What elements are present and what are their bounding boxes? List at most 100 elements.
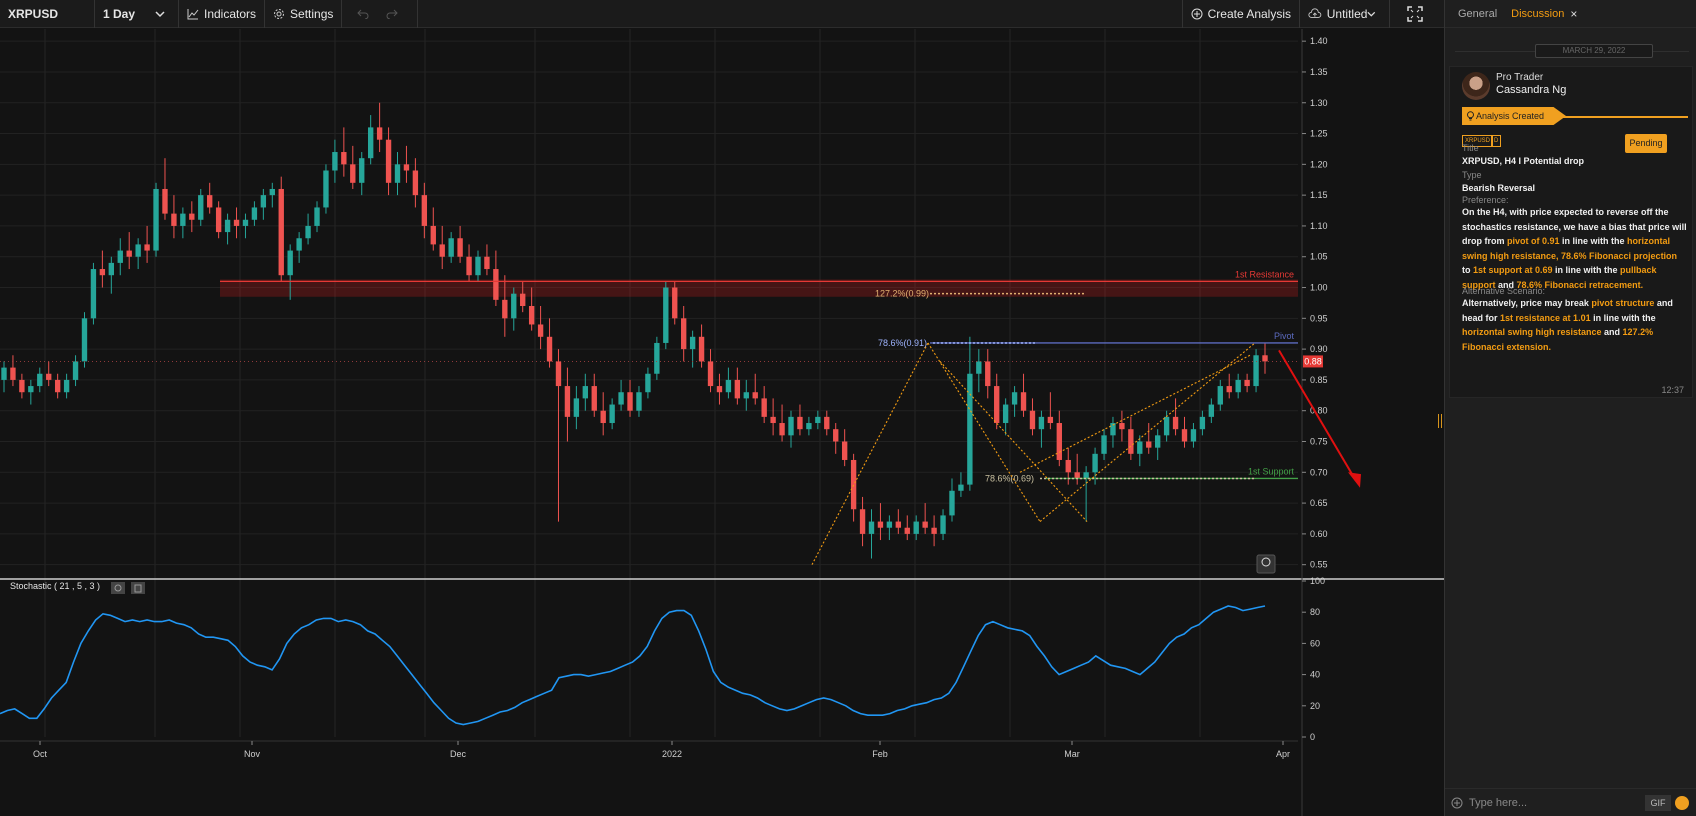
candle-body	[868, 521, 875, 534]
close-icon[interactable]: ×	[1570, 7, 1577, 21]
status-line	[1562, 116, 1688, 118]
time-tick-label: Dec	[450, 749, 467, 759]
candle-body	[1092, 453, 1098, 473]
analysis-status-banner: Analysis Created	[1462, 107, 1566, 125]
candle-body	[394, 164, 401, 183]
tab-general[interactable]: General	[1458, 8, 1497, 20]
candle-body	[770, 416, 776, 424]
chart-area[interactable]: 1.40 1.35 1.30 1.25 1.20 1.15 1.10 1.05 1.00 0.95…	[0, 29, 1444, 816]
candle-body	[198, 195, 204, 220]
candle-body	[475, 256, 481, 276]
discussion-panel: General Discussion × MARCH 29, 2022 Pro …	[1444, 0, 1696, 816]
candle-body	[806, 423, 812, 430]
symbol-label: XRPUSD	[8, 6, 59, 21]
candle-body	[90, 269, 97, 319]
gif-button[interactable]: GIF	[1645, 794, 1671, 811]
candle-body	[19, 379, 25, 393]
candle-body	[1038, 416, 1045, 430]
indicator-settings-button[interactable]	[111, 582, 125, 594]
candle-body	[636, 392, 642, 411]
panel-resize-handle[interactable]	[1438, 414, 1442, 428]
candle-body	[922, 521, 928, 528]
candle-body	[797, 416, 803, 430]
layout-name: Untitled	[1326, 6, 1368, 21]
candle-body	[215, 207, 222, 233]
plus-circle-icon[interactable]	[1451, 797, 1463, 809]
candle-body	[1047, 416, 1054, 424]
candle-body	[430, 225, 436, 245]
price-tick-label: 0.90	[1310, 344, 1328, 354]
candle-body	[242, 219, 249, 226]
candle-body	[341, 152, 347, 165]
candle-body	[609, 404, 615, 424]
pending-status-badge[interactable]: Pending	[1625, 134, 1667, 153]
message-input[interactable]	[1469, 796, 1645, 809]
level-label: 1st Support	[1248, 466, 1295, 476]
interval-selector[interactable]: 1 Day	[95, 0, 179, 28]
candle-body	[1020, 392, 1027, 411]
stochastic-tick-label: 20	[1310, 701, 1320, 711]
fullscreen-button[interactable]	[1390, 0, 1444, 28]
candle-body	[1199, 416, 1206, 430]
candle-body	[439, 244, 445, 257]
create-analysis-button[interactable]: Create Analysis	[1181, 0, 1300, 28]
date-separator: MARCH 29, 2022	[1535, 44, 1653, 58]
settings-button[interactable]: Settings	[265, 0, 343, 28]
emoji-icon[interactable]	[1675, 795, 1689, 810]
price-tick-label: 1.40	[1310, 36, 1328, 46]
candle-body	[421, 195, 428, 226]
lightbulb-icon	[1467, 111, 1474, 121]
indicators-button[interactable]: Indicators	[179, 0, 266, 28]
stochastic-tick-label: 100	[1310, 576, 1325, 586]
highlight-text: horizontal swing high resistance	[1462, 327, 1602, 338]
message-composer: GIF	[1445, 788, 1696, 816]
candle-body	[976, 361, 982, 374]
candle-body	[207, 195, 213, 208]
candle-body	[958, 484, 964, 491]
candle-body	[725, 379, 732, 393]
price-tick-label: 0.95	[1310, 313, 1328, 323]
body-text: in line with the	[1559, 236, 1628, 247]
layout-selector[interactable]: Untitled	[1300, 0, 1390, 28]
candle-body	[484, 256, 490, 270]
fib-label: 78.6%(0.69)	[985, 473, 1034, 483]
price-tick-label: 0.85	[1310, 375, 1328, 385]
level-label: Pivot	[1274, 331, 1295, 341]
candle-body	[153, 188, 159, 251]
candle-body	[412, 170, 419, 196]
candle-body	[269, 188, 275, 196]
candle-body	[627, 392, 633, 411]
stochastic-tick-label: 40	[1310, 670, 1320, 680]
create-analysis-label: Create Analysis	[1207, 6, 1291, 21]
candle-body	[582, 386, 588, 399]
candle-body	[99, 269, 106, 276]
candle-body	[1002, 404, 1009, 424]
body-text: in line with the	[1552, 265, 1621, 276]
author-role: Pro Trader	[1496, 72, 1544, 83]
candle-body	[859, 509, 866, 534]
candle-body	[1235, 379, 1241, 393]
current-price-label: 0.88	[1304, 356, 1322, 366]
price-chart[interactable]: 1.40 1.35 1.30 1.25 1.20 1.15 1.10 1.05 1.00 0.95…	[0, 29, 1444, 816]
undo-icon[interactable]	[356, 9, 369, 19]
avatar[interactable]	[1462, 72, 1490, 100]
price-tick-label: 1.25	[1310, 129, 1328, 139]
candle-body	[1128, 429, 1134, 454]
candle-body	[323, 170, 329, 208]
candle-body	[895, 521, 902, 528]
symbol-selector[interactable]: XRPUSD	[0, 0, 95, 28]
undo-redo-group	[342, 0, 419, 28]
candle-body	[716, 386, 723, 393]
candle-body	[1172, 416, 1179, 430]
tab-discussion[interactable]: Discussion	[1511, 8, 1564, 20]
candle-body	[537, 324, 544, 337]
candle-body	[564, 386, 571, 417]
redo-icon[interactable]	[386, 9, 398, 19]
status-label: Analysis Created	[1476, 111, 1545, 121]
candle-body	[448, 238, 454, 257]
line-chart-icon	[187, 8, 199, 19]
candle-body	[287, 250, 293, 276]
candle-body	[332, 152, 338, 171]
highlight-text: pivot structure	[1591, 298, 1655, 308]
candle-body	[46, 373, 52, 380]
